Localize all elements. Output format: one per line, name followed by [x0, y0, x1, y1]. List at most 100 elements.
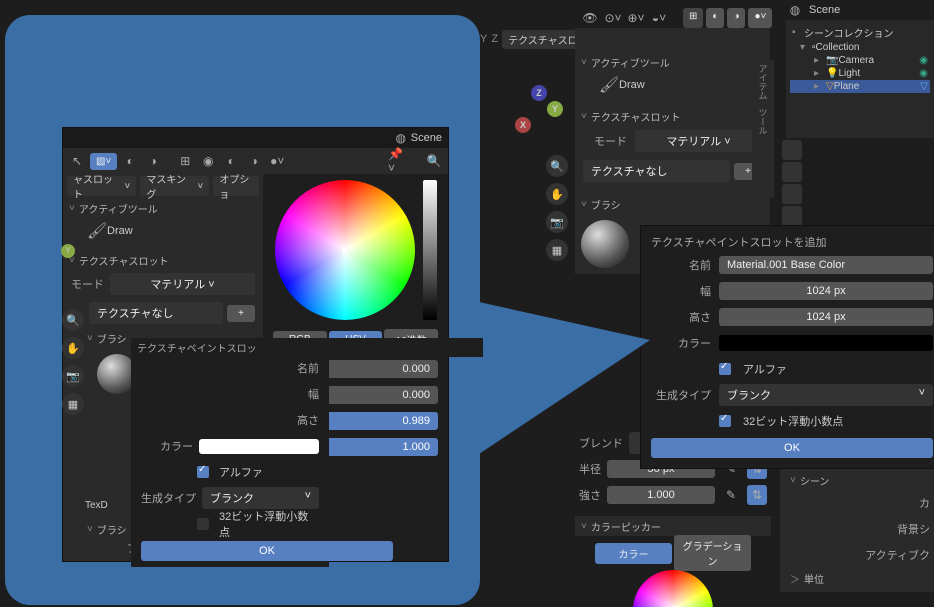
width-field-r[interactable]: 1024 px: [719, 282, 933, 300]
ok-button-r[interactable]: OK: [651, 438, 933, 458]
color-picker-header[interactable]: ˅カラーピッカー: [575, 516, 771, 536]
inset-cslot-dd[interactable]: ャスロット˅: [67, 176, 136, 196]
active-tool-panel-r[interactable]: ˅アクティブツール: [575, 52, 770, 72]
inset-mode-icon[interactable]: ▧˅: [90, 153, 117, 170]
gentype-select-r[interactable]: ブランク˅: [719, 384, 933, 406]
inset-shade2[interactable]: ◑: [143, 151, 163, 171]
brush-panel-r[interactable]: ˅ブラシ: [575, 194, 770, 214]
inset-scene-label: Scene: [411, 132, 442, 144]
outliner-camera[interactable]: ▸📷 Camera◉: [790, 54, 930, 67]
axis-z[interactable]: Z: [491, 33, 498, 45]
color-label-r: カラー: [651, 335, 711, 351]
alpha-check-r[interactable]: [719, 363, 731, 375]
color-tab[interactable]: カラー: [595, 543, 672, 564]
inset-camera-icon[interactable]: 📷: [62, 365, 84, 387]
inset-pin-icon[interactable]: 📌˅: [388, 151, 408, 171]
camera-nav-icon[interactable]: 📷: [546, 211, 568, 233]
tex-slot-panel-r[interactable]: ˅テクスチャスロット: [575, 106, 770, 126]
inset-mode-select[interactable]: マテリアル ˅: [110, 273, 255, 295]
inset-screenshot: ◍ Scene ↖ ▧˅ ◐ ◑ ⊞ ◉ ◐ ◑ ●˅ 📌˅ 🔍 ャスロット˅ …: [62, 127, 449, 562]
gentype-label-r: 生成タイプ: [651, 387, 711, 403]
ka-label: カ: [919, 495, 930, 511]
visibility-icon[interactable]: 👁: [580, 8, 600, 28]
prop-tab-1[interactable]: [782, 140, 802, 160]
color-wheel-cursor: [341, 246, 349, 254]
add-paint-slot-popup: テクスチャペイントスロットを追加 名前Material.001 Base Col…: [640, 225, 934, 469]
inset-name-lbl: 名前: [297, 360, 319, 376]
inset-gen-select[interactable]: ブランク˅: [202, 487, 319, 509]
inset-width-lbl: 幅: [308, 386, 319, 402]
outliner-light[interactable]: ▸💡 Light◉: [790, 67, 930, 80]
gizmo-icon[interactable]: ⊕˅: [626, 8, 646, 28]
scene-icon: ◍: [785, 0, 805, 20]
inset-float-lbl: 32ビット浮動小数点: [219, 508, 319, 540]
color-wheel-small[interactable]: [633, 570, 713, 607]
shading-solid[interactable]: ◐: [706, 8, 724, 28]
outliner-plane[interactable]: ▸▽ Plane▽: [790, 80, 930, 93]
color-wheel[interactable]: [275, 180, 415, 320]
side-tab-tool[interactable]: ツール: [757, 108, 770, 135]
height-field-r[interactable]: 1024 px: [719, 308, 933, 326]
inset-axis-y[interactable]: Y: [61, 244, 75, 258]
inset-options-dd[interactable]: オプショ: [213, 176, 259, 196]
inset-search-icon[interactable]: 🔍: [424, 151, 444, 171]
outliner-panel: ▪シーンコレクション ▾▫ Collection ▸📷 Camera◉ ▸💡 L…: [786, 20, 934, 138]
shading-mat[interactable]: ◑: [727, 8, 745, 28]
inset-wire[interactable]: ⊞: [175, 151, 195, 171]
inset-active-tool[interactable]: ˅アクティブツール: [63, 198, 263, 218]
scene-header[interactable]: ˅シーン: [784, 470, 934, 490]
inset-alpha-check[interactable]: [197, 466, 209, 478]
inset-texslot[interactable]: ˅テクスチャスロット: [63, 250, 263, 270]
value-slider[interactable]: [423, 180, 437, 320]
unit-header[interactable]: ＞単位: [784, 568, 934, 588]
inset-float-check[interactable]: [197, 518, 209, 530]
bg-label: 背景シ: [897, 521, 930, 537]
inset-masking-dd[interactable]: マスキング˅: [140, 176, 209, 196]
gradient-tab[interactable]: グラデーション: [674, 535, 751, 571]
nav-gizmo[interactable]: Z Y X: [515, 85, 563, 133]
brush-preview-r[interactable]: [581, 220, 629, 268]
side-tab-item[interactable]: アイテム: [757, 64, 770, 100]
inset-add-tex[interactable]: +: [227, 305, 255, 322]
shading-wire[interactable]: ⊞: [683, 8, 703, 28]
inset-rend[interactable]: ●˅: [267, 151, 287, 171]
prop-tab-4[interactable]: [782, 206, 802, 226]
strength-pressure-icon[interactable]: ⇅: [747, 485, 767, 505]
inset-draw-label: Draw: [107, 225, 133, 237]
strength-field[interactable]: 1.000: [607, 486, 715, 504]
outliner-scene-collection[interactable]: ▪シーンコレクション: [790, 24, 930, 41]
color-swatch-r[interactable]: [719, 335, 933, 351]
inset-persp-icon[interactable]: ▦: [62, 393, 84, 415]
hand-icon[interactable]: ✋: [546, 183, 568, 205]
radius-label: 半径: [579, 461, 601, 477]
inset-color-swatch[interactable]: [199, 439, 319, 454]
inset-shade1[interactable]: ◐: [120, 151, 140, 171]
inset-zoom-icon[interactable]: 🔍: [62, 309, 84, 331]
draw-brush-icon-r: 🖌: [599, 75, 619, 95]
axis-y[interactable]: Y: [480, 33, 487, 45]
overlay-icon[interactable]: ◒˅: [649, 8, 669, 28]
inset-texd[interactable]: TexD: [85, 500, 108, 511]
alpha-label-r: アルファ: [743, 361, 787, 377]
zoom-icon[interactable]: 🔍: [546, 155, 568, 177]
shading-render[interactable]: ●˅: [748, 8, 772, 28]
popup-title-r: テクスチャペイントスロットを追加: [647, 232, 934, 252]
outliner-collection[interactable]: ▾▫ Collection: [790, 41, 930, 54]
inset-hand-icon[interactable]: ✋: [62, 337, 84, 359]
inset-brush-icon: 🖌: [87, 221, 107, 241]
overlay-dd-icon[interactable]: ⊙˅: [603, 8, 623, 28]
prop-tab-3[interactable]: [782, 184, 802, 204]
inset-ok-button[interactable]: OK: [141, 541, 393, 561]
float-check-r[interactable]: [719, 415, 731, 427]
mode-select-r[interactable]: マテリアル ˅: [635, 130, 762, 152]
strength-pen-icon[interactable]: ✎: [721, 485, 741, 505]
inset-solid[interactable]: ◉: [198, 151, 218, 171]
prop-tab-2[interactable]: [782, 162, 802, 182]
inset-height-lbl: 高さ: [297, 412, 319, 428]
height-label-r: 高さ: [651, 309, 711, 325]
inset-cursor-icon[interactable]: ↖: [67, 151, 87, 171]
inset-half[interactable]: ◑: [244, 151, 264, 171]
name-field-r[interactable]: Material.001 Base Color: [719, 256, 933, 274]
perspective-icon[interactable]: ▦: [546, 239, 568, 261]
inset-mat[interactable]: ◐: [221, 151, 241, 171]
